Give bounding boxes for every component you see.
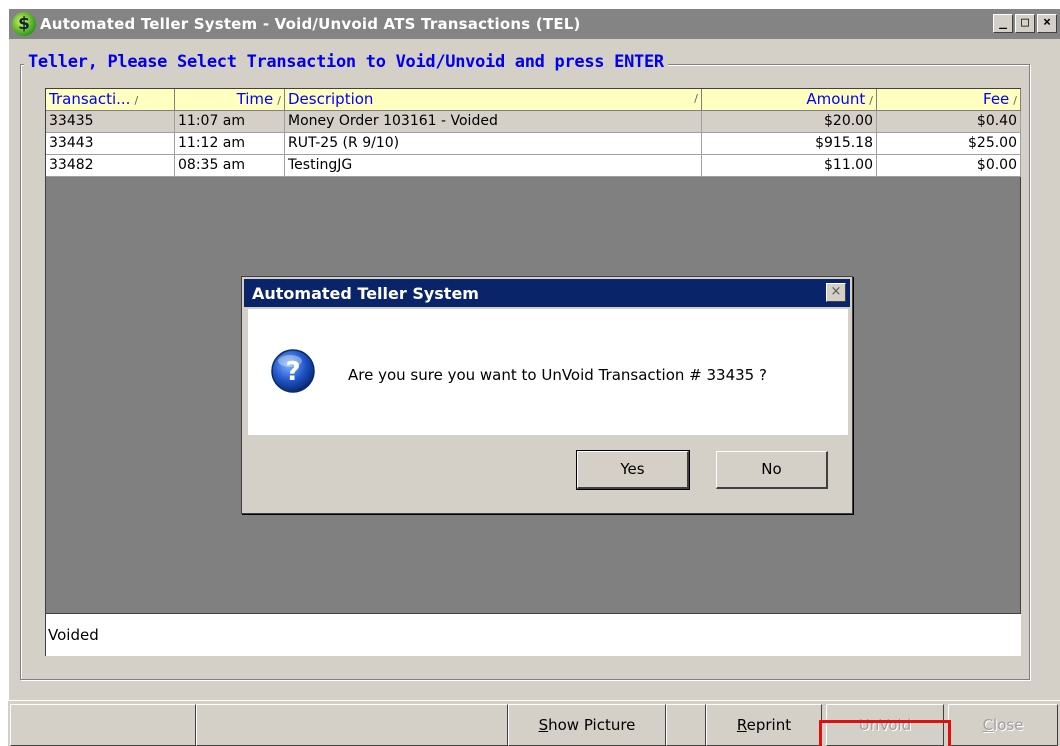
column-header-label: Amount bbox=[806, 90, 866, 108]
hotkey-letter: S bbox=[538, 716, 549, 734]
cell-transaction: 33443 bbox=[46, 133, 175, 155]
sort-icon: / bbox=[1013, 94, 1017, 107]
table-row[interactable]: 33443 11:12 am RUT-25 (R 9/10) $915.18 $… bbox=[46, 133, 1021, 155]
minimize-button[interactable]: _ bbox=[993, 14, 1013, 33]
close-window-button[interactable]: × bbox=[1037, 14, 1057, 33]
toolbar-spacer bbox=[10, 704, 196, 746]
sort-icon: / bbox=[694, 92, 698, 105]
dialog-message: Are you sure you want to UnVoid Transact… bbox=[348, 366, 767, 384]
status-panel: Voided bbox=[45, 613, 1021, 656]
dialog-title: Automated Teller System bbox=[252, 283, 479, 303]
cell-amount: $915.18 bbox=[702, 133, 877, 155]
hotkey-letter: R bbox=[736, 716, 747, 734]
dialog-close-button[interactable]: × bbox=[826, 283, 846, 302]
toolbar-spacer bbox=[666, 704, 706, 746]
column-header-label: Transacti... bbox=[49, 90, 131, 108]
unvoid-button[interactable]: UnVoid bbox=[826, 704, 944, 746]
cell-amount: $20.00 bbox=[702, 111, 877, 133]
cell-time: 11:12 am bbox=[175, 133, 285, 155]
column-header-description[interactable]: Description / bbox=[285, 89, 702, 111]
cell-fee: $0.40 bbox=[877, 111, 1021, 133]
cell-fee: $0.00 bbox=[877, 155, 1021, 177]
button-label: lose bbox=[993, 716, 1024, 734]
maximize-button[interactable]: □ bbox=[1015, 14, 1035, 33]
column-header-label: Description bbox=[288, 90, 374, 108]
dialog-title-bar[interactable]: Automated Teller System × bbox=[244, 279, 850, 307]
dollar-icon: $ bbox=[12, 12, 36, 36]
table-row[interactable]: 33482 08:35 am TestingJG $11.00 $0.00 bbox=[46, 155, 1021, 177]
cell-amount: $11.00 bbox=[702, 155, 877, 177]
question-icon: ? bbox=[271, 349, 315, 393]
cell-fee: $25.00 bbox=[877, 133, 1021, 155]
svg-text:?: ? bbox=[285, 357, 300, 387]
column-header-label: Fee bbox=[983, 90, 1010, 108]
column-header-amount[interactable]: Amount / bbox=[702, 89, 877, 111]
button-label: eprint bbox=[746, 716, 792, 734]
cell-time: 08:35 am bbox=[175, 155, 285, 177]
cell-description: RUT-25 (R 9/10) bbox=[285, 133, 702, 155]
column-header-label: Time bbox=[236, 90, 274, 108]
close-button[interactable]: Close bbox=[948, 704, 1058, 746]
table-row[interactable]: 33435 11:07 am Money Order 103161 - Void… bbox=[46, 111, 1021, 133]
cell-time: 11:07 am bbox=[175, 111, 285, 133]
sort-icon: / bbox=[134, 94, 139, 107]
sort-icon: / bbox=[277, 94, 281, 107]
column-header-time[interactable]: Time / bbox=[175, 89, 285, 111]
no-button[interactable]: No bbox=[716, 451, 828, 489]
cell-description: TestingJG bbox=[285, 155, 702, 177]
toolbar-spacer bbox=[196, 704, 508, 746]
cell-description: Money Order 103161 - Voided bbox=[285, 111, 702, 133]
group-legend: Teller, Please Select Transaction to Voi… bbox=[24, 52, 668, 72]
cell-transaction: 33482 bbox=[46, 155, 175, 177]
yes-button[interactable]: Yes bbox=[576, 450, 690, 490]
column-header-fee[interactable]: Fee / bbox=[877, 89, 1021, 111]
status-text: Voided bbox=[48, 626, 99, 644]
window-controls: _ □ × bbox=[993, 14, 1057, 33]
cell-transaction: 33435 bbox=[46, 111, 175, 133]
grid-header: Transacti... / Time / Description / Amount /… bbox=[46, 89, 1021, 111]
reprint-button[interactable]: Reprint bbox=[706, 704, 822, 746]
title-bar[interactable]: $ Automated Teller System - Void/Unvoid … bbox=[9, 9, 1060, 39]
hotkey-letter: C bbox=[982, 716, 994, 734]
sort-icon: / bbox=[869, 94, 873, 107]
window-title: Automated Teller System - Void/Unvoid AT… bbox=[40, 15, 581, 33]
button-label: how Picture bbox=[548, 716, 636, 734]
show-picture-button[interactable]: Show Picture bbox=[508, 704, 666, 746]
column-header-transaction[interactable]: Transacti... / bbox=[46, 89, 175, 111]
